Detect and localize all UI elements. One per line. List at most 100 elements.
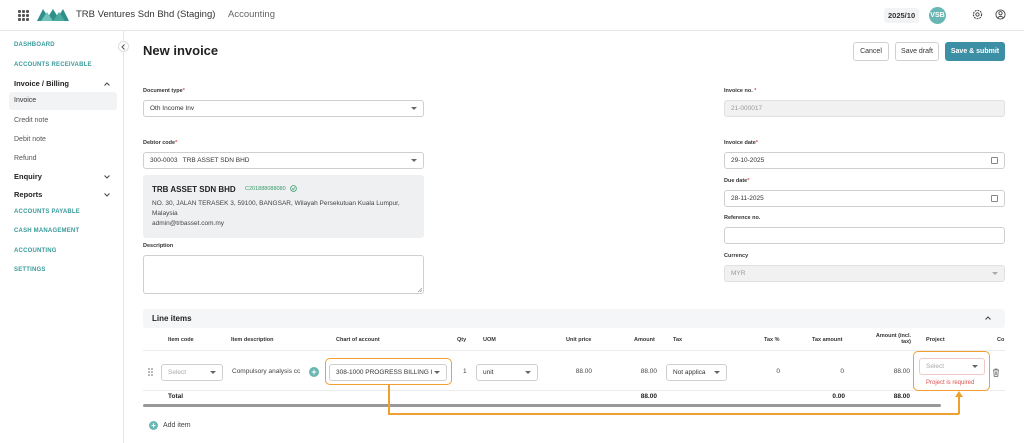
page-title: New invoice	[143, 43, 219, 58]
document-type-label: Document type*	[143, 88, 185, 94]
col-amount: Amount	[634, 337, 655, 343]
col-cost-centre: Co	[997, 337, 1005, 343]
currency-label: Currency	[724, 253, 749, 259]
chevron-up-icon[interactable]	[985, 316, 991, 320]
nav-refund[interactable]: Refund	[14, 155, 37, 162]
invoice-date-field[interactable]: 29-10-2025	[724, 152, 1005, 169]
header-divider	[143, 350, 1005, 351]
total-label: Total	[168, 393, 184, 400]
invoice-no-label: Invoice no. *	[724, 88, 757, 94]
nav-accounts-payable[interactable]: ACCOUNTS PAYABLE	[14, 209, 80, 215]
resize-handle-icon[interactable]	[417, 287, 422, 292]
item-code-select[interactable]: Select	[161, 364, 223, 381]
apps-grid-icon[interactable]	[18, 10, 29, 21]
amount-incl-tax-cell: 88.00	[893, 368, 910, 375]
reference-no-input[interactable]	[724, 227, 1005, 244]
line-items-title: Line items	[152, 314, 192, 323]
calendar-icon[interactable]	[991, 157, 998, 164]
module-name: Accounting	[228, 9, 276, 20]
nav-group-label: Enquiry	[14, 172, 42, 181]
collapse-sidebar-button[interactable]	[118, 41, 129, 52]
cancel-button[interactable]: Cancel	[853, 42, 889, 61]
tax-pct-cell[interactable]: 0	[758, 368, 780, 375]
chevron-down-icon	[210, 371, 216, 374]
debtor-email: admin@trbasset.com.my	[152, 220, 224, 227]
total-amount-incl-tax: 88.00	[893, 393, 910, 400]
nav-dashboard[interactable]: DASHBOARD	[14, 42, 55, 48]
nav-accounts-receivable[interactable]: ACCOUNTS RECEIVABLE	[14, 62, 92, 68]
calendar-icon[interactable]	[991, 195, 998, 202]
reference-no-label: Reference no.	[724, 215, 761, 221]
unit-price-cell[interactable]: 88.00	[556, 368, 592, 375]
qty-cell[interactable]: 1	[463, 368, 467, 375]
chevron-down-icon	[525, 371, 531, 374]
save-draft-button[interactable]: Save draft	[895, 42, 939, 61]
nav-group-reports[interactable]: Reports	[14, 190, 110, 199]
add-item-button[interactable]: + Add item	[149, 421, 191, 430]
top-bar: TRB Ventures Sdn Bhd (Staging) Accountin…	[0, 0, 1024, 31]
chevron-left-icon	[121, 43, 125, 50]
trash-icon[interactable]	[992, 368, 1000, 377]
total-amount: 88.00	[640, 393, 657, 400]
col-amount-incl-tax: Amount (incl. tax)	[875, 333, 911, 345]
col-item-code: Item code	[168, 337, 194, 343]
nav-cash-management[interactable]: CASH MANAGEMENT	[14, 228, 79, 234]
chevron-down-icon	[411, 159, 417, 162]
drag-handle-icon[interactable]	[148, 368, 153, 376]
due-date-label: Due date*	[724, 178, 750, 184]
chart-of-account-highlight	[325, 358, 452, 385]
invoice-date-label: Invoice date*	[724, 140, 758, 146]
nav-group-enquiry[interactable]: Enquiry	[14, 172, 110, 181]
currency-value: MYR	[731, 270, 746, 277]
company-name[interactable]: TRB Ventures Sdn Bhd (Staging)	[76, 9, 215, 20]
nav-group-label: Invoice / Billing	[14, 79, 70, 88]
invoice-no-value: 21-000017	[731, 105, 763, 112]
debtor-code-select[interactable]: 300-0003 TRB ASSET SDN BHD	[143, 152, 424, 169]
nav-credit-note[interactable]: Credit note	[14, 117, 48, 124]
chevron-up-icon	[104, 81, 110, 86]
nav-group-invoice-billing[interactable]: Invoice / Billing	[14, 79, 110, 88]
debtor-address-line-2: Malaysia	[152, 210, 178, 217]
col-uom: UOM	[483, 337, 496, 343]
col-chart-of-account: Chart of account	[336, 337, 380, 343]
currency-select: MYR	[724, 265, 1005, 282]
chevron-down-icon	[104, 174, 110, 179]
nav-group-label: Reports	[14, 190, 43, 199]
description-textarea[interactable]	[143, 255, 424, 294]
tax-select[interactable]: Not applica	[666, 364, 727, 381]
period-badge[interactable]: 2025/10	[884, 8, 920, 23]
document-type-value: Oth Income Inv	[150, 105, 195, 112]
due-date-field[interactable]: 28-11-2025	[724, 190, 1005, 207]
debtor-code-label: Debtor code*	[143, 140, 178, 146]
chevron-down-icon	[714, 371, 720, 374]
col-item-description: Item description	[231, 337, 274, 343]
add-item-label: Add item	[163, 422, 191, 429]
line-items-header[interactable]: Line items	[143, 309, 1005, 328]
gear-icon[interactable]	[972, 9, 983, 20]
document-type-select[interactable]: Oth Income Inv	[143, 100, 424, 117]
invoice-no-field: 21-000017	[724, 100, 1005, 117]
uom-select[interactable]: unit	[476, 364, 538, 381]
amount-cell: 88.00	[640, 368, 657, 375]
item-code-placeholder: Select	[168, 369, 187, 376]
nav-accounting[interactable]: ACCOUNTING	[14, 248, 57, 254]
company-logo	[37, 9, 69, 21]
tax-value: Not applica	[673, 369, 706, 376]
nav-settings[interactable]: SETTINGS	[14, 267, 46, 273]
connector-line	[388, 385, 390, 414]
nav-invoice[interactable]: Invoice	[14, 97, 36, 104]
add-description-plus-icon[interactable]: +	[309, 367, 319, 377]
arrow-up-icon	[955, 391, 963, 397]
horizontal-scrollbar[interactable]	[143, 404, 941, 407]
user-icon[interactable]	[995, 9, 1006, 20]
item-description-cell[interactable]: Compulsory analysis cc	[232, 368, 306, 375]
avatar[interactable]: VSB	[929, 7, 946, 24]
debtor-info-card: TRB ASSET SDN BHD C201888088080 NO. 30, …	[143, 175, 424, 238]
nav-debit-note[interactable]: Debit note	[14, 136, 46, 143]
total-tax-amount: 0.00	[832, 393, 845, 400]
col-qty: Qty	[457, 337, 467, 343]
uom-value: unit	[483, 369, 494, 376]
col-unit-price: Unit price	[566, 337, 592, 343]
due-date-value: 28-11-2025	[731, 195, 764, 202]
save-submit-button[interactable]: Save & submit	[945, 42, 1005, 61]
